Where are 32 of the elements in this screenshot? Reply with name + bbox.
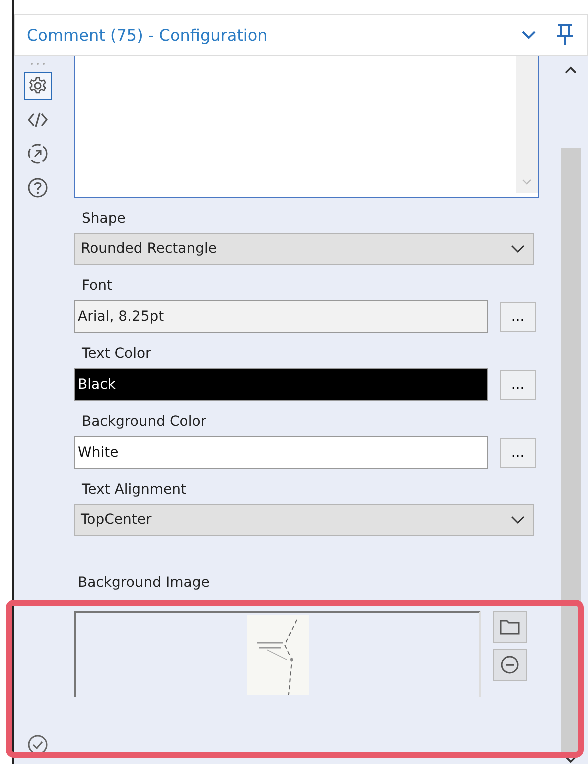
settings-icon: [28, 76, 48, 96]
chevron-down-icon[interactable]: [521, 30, 537, 40]
browse-button[interactable]: ...: [500, 370, 536, 400]
chevron-down-icon: [511, 245, 525, 253]
chevron-down-icon: [511, 516, 525, 524]
field-label: Background Color: [81, 413, 208, 431]
sidebar-tab[interactable]: [24, 72, 52, 100]
input-field[interactable]: Black: [74, 368, 488, 401]
field-label: Text Alignment: [81, 481, 188, 499]
dropdown[interactable]: TopCenter: [74, 504, 534, 536]
scrollbar[interactable]: [516, 56, 538, 193]
field-label: Font: [81, 277, 114, 295]
folder-icon: [500, 620, 520, 634]
browse-button[interactable]: ...: [500, 302, 536, 332]
code-icon: [27, 110, 49, 130]
field-label: Text Color: [81, 345, 152, 363]
field-label: Shape: [81, 210, 127, 228]
folder-button[interactable]: [493, 611, 527, 643]
panel-title: Comment (75) - Configuration: [27, 26, 269, 44]
input-field[interactable]: Arial, 8.25pt: [74, 300, 488, 333]
input-field[interactable]: White: [74, 436, 488, 469]
pin-icon[interactable]: [555, 23, 575, 47]
remove-icon: [500, 655, 520, 675]
scrollbar-thumb[interactable]: [561, 148, 581, 752]
remove-button[interactable]: [493, 649, 527, 681]
dropdown[interactable]: Rounded Rectangle: [74, 233, 534, 265]
chevron-up-icon[interactable]: [565, 66, 577, 74]
arrow-circle-icon: [27, 143, 49, 165]
browse-button[interactable]: ...: [500, 438, 536, 468]
help-icon: [27, 177, 49, 199]
field-label: Background Image: [77, 574, 211, 592]
chevron-down-icon[interactable]: [565, 756, 577, 764]
